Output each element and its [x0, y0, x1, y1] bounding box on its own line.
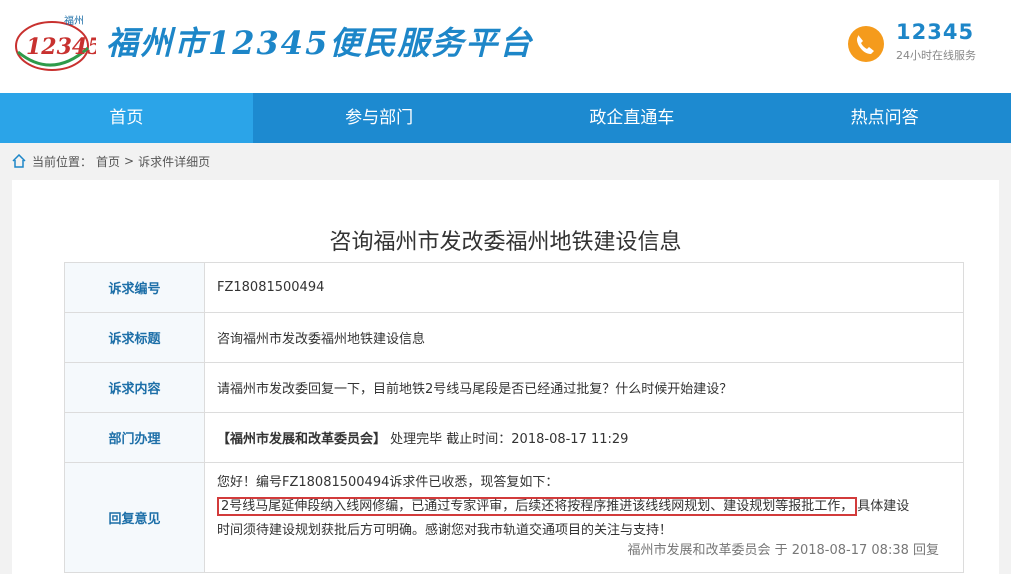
row-label-request-id: 诉求编号	[64, 262, 205, 313]
department-value: 【福州市发展和改革委员会】 处理完毕 截止时间：2018-08-17 11:29	[204, 412, 964, 463]
hotline-subtitle: 24小时在线服务	[896, 49, 976, 62]
nav-item-hot-qa[interactable]: 热点问答	[758, 93, 1011, 143]
reply-highlight: 2号线马尾延伸段纳入线网修编，已通过专家评审，后续还将按程序推进该线线网规划、建…	[217, 497, 858, 516]
row-label-department: 部门办理	[64, 412, 205, 463]
department-status: 处理完毕 截止时间：2018-08-17 11:29	[390, 432, 629, 447]
svg-text:12345: 12345	[26, 34, 96, 60]
table-row: 部门办理 【福州市发展和改革委员会】 处理完毕 截止时间：2018-08-17 …	[64, 412, 964, 463]
detail-table: 诉求编号 FZ18081500494 诉求标题 咨询福州市发改委福州地铁建设信息…	[64, 262, 964, 573]
nav-item-business-express[interactable]: 政企直通车	[506, 93, 759, 143]
breadcrumb-separator: >	[124, 154, 135, 168]
hotline-number: 12345	[896, 20, 975, 44]
table-row: 诉求标题 咨询福州市发改委福州地铁建设信息	[64, 312, 964, 363]
reply-footer: 福州市发展和改革委员会 于 2018-08-17 08:38 回复	[627, 543, 939, 558]
breadcrumb: 当前位置： 首页 > 诉求件详细页	[12, 150, 214, 172]
page-title: 咨询福州市发改委福州地铁建设信息	[329, 230, 682, 255]
nav-item-home[interactable]: 首页	[0, 93, 253, 143]
site-header: 12345 福州 福州市12345便民服务平台 12345 24小时在线服务	[0, 0, 1011, 93]
request-id-value: FZ18081500494	[204, 262, 964, 313]
row-label-request-content: 诉求内容	[64, 362, 205, 413]
table-row: 诉求编号 FZ18081500494	[64, 262, 964, 313]
reply-cell: 您好！编号FZ18081500494诉求件已收悉，现答复如下： 2号线马尾延伸段…	[204, 462, 964, 573]
logo-icon[interactable]: 12345 福州	[12, 12, 96, 74]
reply-line-1: 您好！编号FZ18081500494诉求件已收悉，现答复如下：	[217, 475, 559, 490]
hotline: 12345 24小时在线服务	[846, 20, 996, 68]
svg-text:福州: 福州	[64, 14, 84, 27]
row-label-request-title: 诉求标题	[64, 312, 205, 363]
detail-card: 咨询福州市发改委福州地铁建设信息 诉求编号 FZ18081500494 诉求标题…	[12, 180, 999, 574]
reply-line-2: 2号线马尾延伸段纳入线网修编，已通过专家评审，后续还将按程序推进该线线网规划、建…	[217, 495, 951, 519]
main-nav: 首页 参与部门 政企直通车 热点问答	[0, 93, 1011, 143]
breadcrumb-home-link[interactable]: 首页	[96, 153, 120, 170]
nav-item-departments[interactable]: 参与部门	[253, 93, 506, 143]
breadcrumb-prefix: 当前位置：	[32, 154, 93, 169]
request-title-value: 咨询福州市发改委福州地铁建设信息	[204, 312, 964, 363]
home-icon	[12, 154, 26, 168]
table-row: 回复意见 您好！编号FZ18081500494诉求件已收悉，现答复如下： 2号线…	[64, 462, 964, 573]
row-label-reply: 回复意见	[64, 462, 205, 573]
table-row: 诉求内容 请福州市发改委回复一下，目前地铁2号线马尾段是否已经通过批复？什么时候…	[64, 362, 964, 413]
phone-icon	[848, 26, 884, 62]
reply-text: 您好！编号FZ18081500494诉求件已收悉，现答复如下： 2号线马尾延伸段…	[205, 463, 963, 543]
request-content-value: 请福州市发改委回复一下，目前地铁2号线马尾段是否已经通过批复？什么时候开始建设？	[204, 362, 964, 413]
reply-line-2-rest: 具体建设	[857, 499, 910, 514]
department-name: 【福州市发展和改革委员会】	[217, 432, 387, 447]
site-title: 福州市12345便民服务平台	[106, 24, 534, 62]
breadcrumb-current: 诉求件详细页	[138, 154, 211, 169]
